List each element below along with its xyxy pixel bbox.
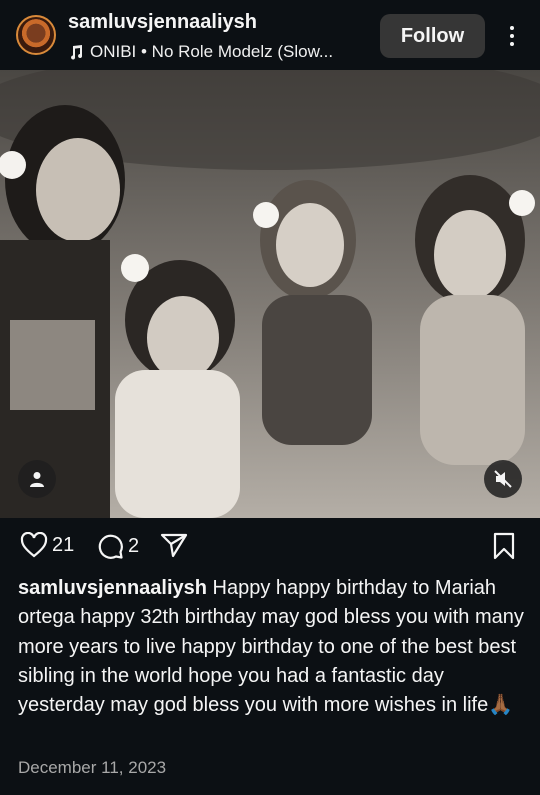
- username-link[interactable]: samluvsjennaaliysh: [68, 11, 257, 34]
- person-tag-icon: [30, 472, 44, 487]
- like-button[interactable]: 21: [20, 532, 74, 558]
- post-header: samluvsjennaaliysh ONIBI • No Role Model…: [0, 0, 540, 70]
- comment-bubble-icon: [98, 534, 123, 559]
- audio-link[interactable]: ONIBI • No Role Modelz (Slow...: [68, 42, 333, 62]
- follow-button[interactable]: Follow: [380, 14, 485, 58]
- music-note-icon: [71, 45, 83, 60]
- comment-count[interactable]: 2: [128, 535, 139, 558]
- caption-username[interactable]: samluvsjennaaliysh: [18, 577, 207, 599]
- comment-button[interactable]: 2: [96, 532, 139, 560]
- post-date: December 11, 2023: [18, 758, 167, 777]
- speaker-muted-icon: [494, 470, 512, 488]
- bookmark-icon: [493, 532, 515, 560]
- save-button[interactable]: [492, 532, 516, 560]
- paper-plane-icon: [160, 533, 188, 558]
- heart-icon: [20, 532, 48, 558]
- avatar[interactable]: [16, 15, 56, 55]
- tag-people-button[interactable]: [18, 460, 56, 498]
- mute-button[interactable]: [484, 460, 522, 498]
- more-vertical-icon[interactable]: [500, 22, 524, 50]
- share-button[interactable]: [160, 532, 188, 558]
- post-caption: samluvsjennaaliysh Happy happy birthday …: [18, 574, 524, 720]
- action-bar: 21 2: [0, 528, 540, 564]
- audio-label: ONIBI • No Role Modelz (Slow...: [90, 42, 334, 61]
- like-count[interactable]: 21: [52, 534, 74, 557]
- post-photo[interactable]: [0, 70, 540, 518]
